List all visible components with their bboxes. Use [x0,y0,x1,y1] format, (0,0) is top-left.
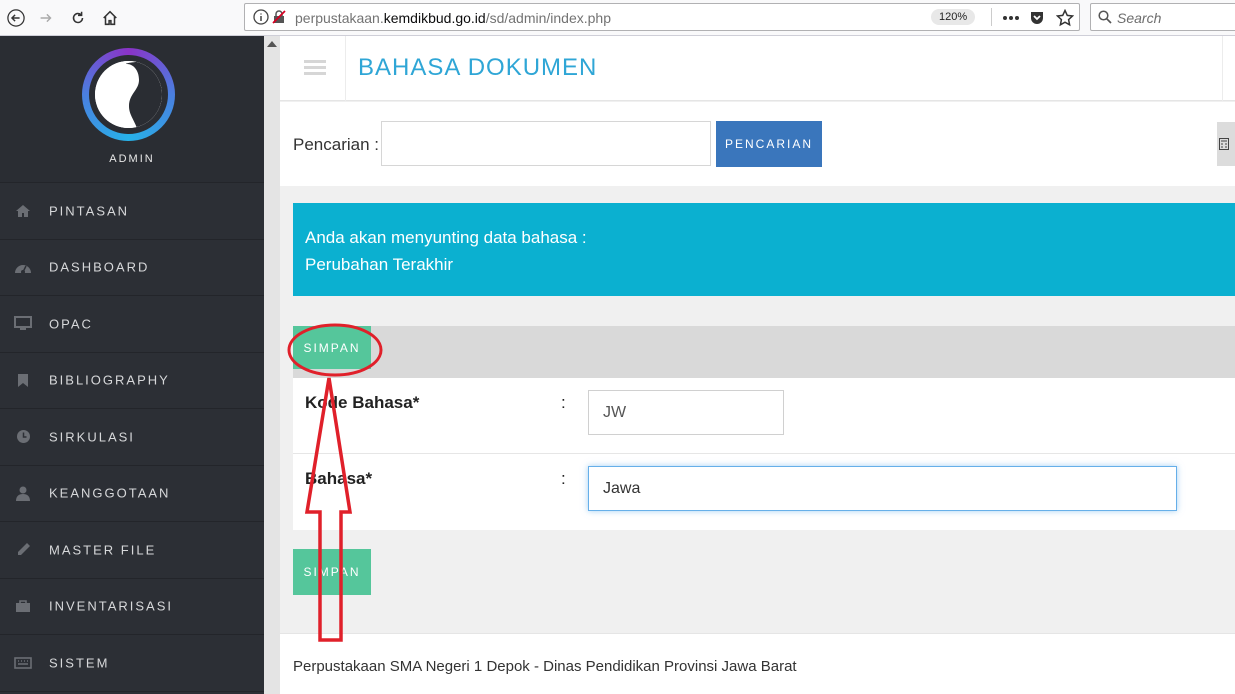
ellipsis-icon [1003,16,1019,20]
hamburger-menu-icon[interactable] [304,60,326,76]
sidebar-item-label: MASTER FILE [49,542,157,558]
browser-search-input[interactable]: Search [1090,3,1235,31]
sidebar-item-label: PINTASAN [49,203,130,219]
keyboard-icon [14,654,32,672]
sidebar-item-label: SIRKULASI [49,429,135,445]
sidebar-item-label: KEANGGOTAAN [49,485,171,501]
edit-form: Kode Bahasa* : Bahasa* : [293,378,1235,530]
sidebar-item-dashboard[interactable]: DASHBOARD [0,240,264,296]
save-button-bottom[interactable]: SIMPAN [293,549,371,595]
pocket-button[interactable] [1027,8,1047,28]
sidebar-item-bibliography[interactable]: BIBLIOGRAPHY [0,353,264,409]
header-divider [1222,36,1223,101]
calculator-icon [1219,138,1229,150]
info-alert: Anda akan menyunting data bahasa : Perub… [293,203,1235,296]
language-code-label: Kode Bahasa* [305,393,420,412]
reload-icon [72,11,84,24]
sidebar-item-sistem[interactable]: SISTEM [0,635,264,692]
home-button[interactable] [96,4,124,32]
pocket-icon [1031,12,1043,24]
search-input[interactable] [381,121,711,166]
insecure-lock-icon [272,10,286,24]
back-button[interactable] [2,4,30,32]
field-colon: : [561,393,566,412]
footer: Perpustakaan SMA Negeri 1 Depok - Dinas … [280,633,1235,694]
last-update-text: Perubahan Terakhir [305,255,454,274]
row-divider [293,453,1235,454]
home-icon [103,10,117,26]
zoom-indicator[interactable]: 120% [931,9,976,25]
page-header: BAHASA DOKUMEN [280,36,1235,101]
sidebar-item-master-file[interactable]: MASTER FILE [0,522,264,579]
sidebar-item-label: BIBLIOGRAPHY [49,372,170,388]
pencil-icon [14,541,32,559]
form-action-bar: SIMPAN [293,326,1235,378]
info-message: Anda akan menyunting data bahasa : [305,228,587,247]
sidebar-item-inventarisasi[interactable]: INVENTARISASI [0,579,264,635]
language-input[interactable] [588,466,1177,511]
user-icon [14,484,32,502]
calculator-button[interactable] [1217,122,1235,166]
sidebar-item-sirkulasi[interactable]: SIRKULASI [0,409,264,466]
search-label: Pencarian : [293,135,379,154]
page-title: BAHASA DOKUMEN [358,54,598,81]
monitor-icon [14,315,32,333]
footer-text: Perpustakaan SMA Negeri 1 Depok - Dinas … [293,658,797,675]
search-bar: Pencarian : PENCARIAN [280,102,1235,186]
bookmark-star-button[interactable] [1055,8,1075,28]
browser-toolbar: perpustakaan.kemdikbud.go.id/sd/admin/in… [0,0,1235,36]
profile-label: ADMIN [109,153,155,165]
scroll-up-arrow-icon[interactable] [267,41,277,47]
reload-button[interactable] [64,4,92,32]
sidebar-item-pintasan[interactable]: PINTASAN [0,183,264,240]
language-label: Bahasa* [305,469,373,488]
avatar[interactable] [82,48,175,141]
main-content: BAHASA DOKUMEN Pencarian : PENCARIAN And… [280,36,1235,694]
home-icon [14,202,32,220]
page-actions-button[interactable] [1001,8,1021,28]
field-colon: : [561,469,566,488]
address-bar[interactable]: perpustakaan.kemdikbud.go.id/sd/admin/in… [244,3,1080,31]
search-button[interactable]: PENCARIAN [716,121,822,167]
sidebar-item-keanggotaan[interactable]: KEANGGOTAAN [0,466,264,522]
clock-icon [14,428,32,446]
bookmark-icon [14,371,32,389]
sidebar-item-label: INVENTARISASI [49,598,174,614]
save-button-top[interactable]: SIMPAN [293,326,371,369]
sidebar-item-label: SISTEM [49,655,110,671]
briefcase-icon [14,597,32,615]
search-placeholder: Search [1117,10,1162,26]
info-icon[interactable] [253,9,269,25]
dashboard-icon [14,258,32,276]
url-text: perpustakaan.kemdikbud.go.id/sd/admin/in… [295,10,611,26]
header-divider [345,36,346,101]
language-code-input[interactable] [588,390,784,435]
user-silhouette-icon [95,61,162,128]
sidebar-item-label: OPAC [49,316,93,332]
sidebar-item-opac[interactable]: OPAC [0,296,264,353]
sidebar-scrollbar[interactable] [264,36,280,694]
forward-arrow-icon [40,13,52,23]
search-icon [1098,10,1112,24]
url-divider [991,8,992,26]
forward-button[interactable] [32,4,60,32]
back-arrow-icon [7,9,25,27]
sidebar: ADMIN PINTASAN DASHBOARD OPAC BIBLIOGRAP… [0,36,264,694]
sidebar-item-label: DASHBOARD [49,259,150,275]
profile-panel: ADMIN [0,36,264,183]
star-icon [1056,9,1074,27]
